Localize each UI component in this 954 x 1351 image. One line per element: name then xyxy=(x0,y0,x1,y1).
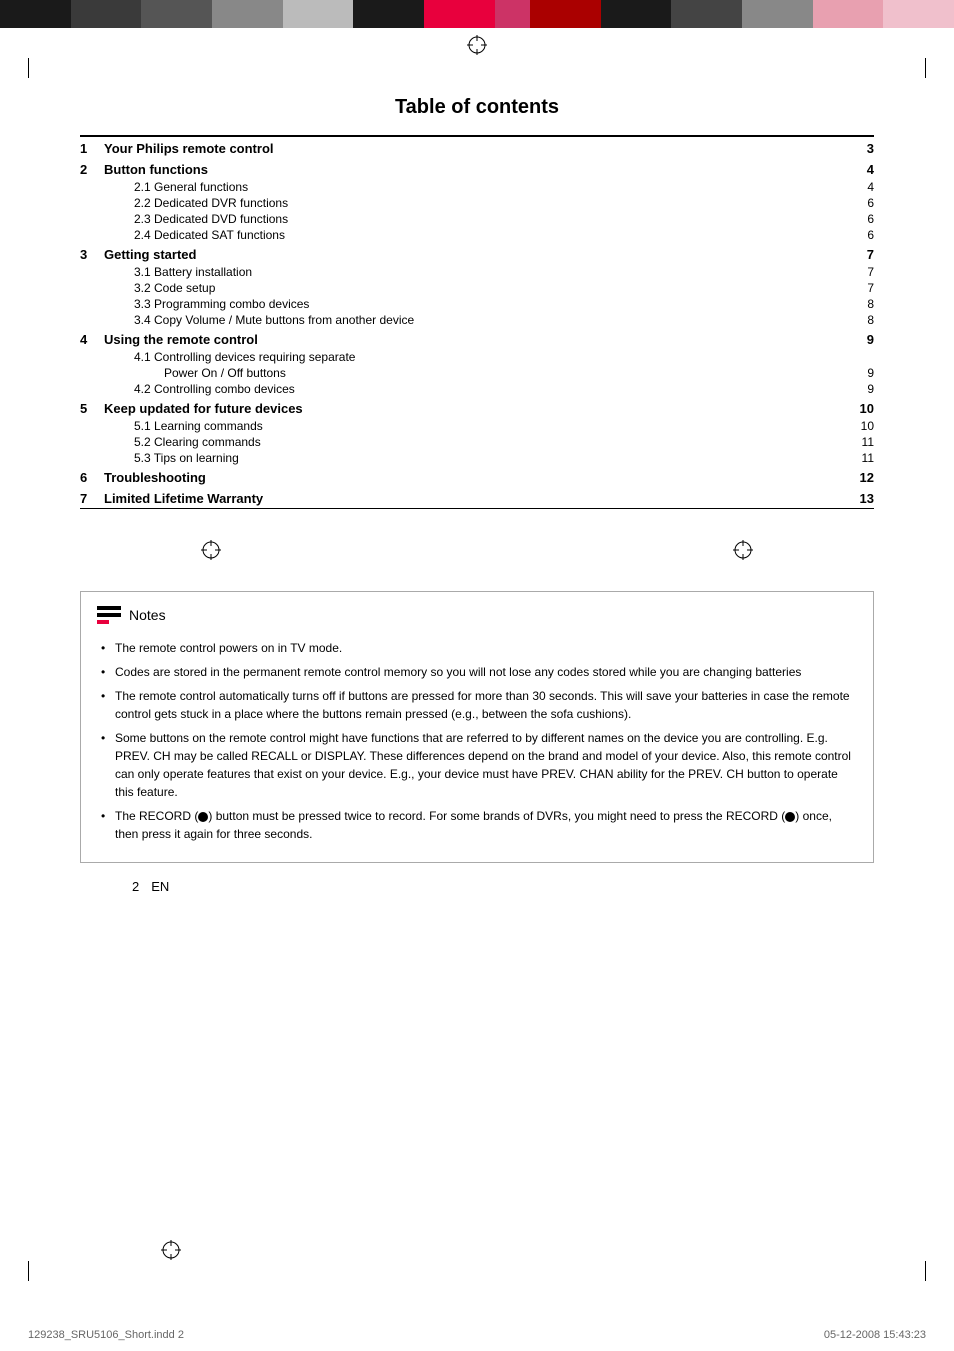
toc-sub-title: 3.4 Copy Volume / Mute buttons from anot… xyxy=(104,312,840,328)
toc-sub-row: 2.4 Dedicated SAT functions6 xyxy=(80,227,874,243)
toc-section-row: 5Keep updated for future devices10 xyxy=(80,397,874,418)
toc-section-page: 4 xyxy=(840,158,874,179)
notes-list-item: The RECORD () button must be pressed twi… xyxy=(97,804,857,846)
toc-sub-title: 2.3 Dedicated DVD functions xyxy=(104,211,840,227)
toc-sub-row: 2.1 General functions4 xyxy=(80,179,874,195)
toc-section-row: 3Getting started7 xyxy=(80,243,874,264)
toc-section-title: Limited Lifetime Warranty xyxy=(104,487,840,509)
toc-sub-page: 11 xyxy=(840,434,874,450)
toc-section-page: 10 xyxy=(840,397,874,418)
toc-sub-page: 6 xyxy=(840,227,874,243)
toc-sub-row: 3.2 Code setup7 xyxy=(80,280,874,296)
toc-section-page: 13 xyxy=(840,487,874,509)
toc-sub-title: 4.2 Controlling combo devices xyxy=(104,381,840,397)
toc-sub-page: 10 xyxy=(840,418,874,434)
toc-section-page: 12 xyxy=(840,466,874,487)
toc-sub-extra-row: Power On / Off buttons9 xyxy=(80,365,874,381)
toc-section-row: 7Limited Lifetime Warranty13 xyxy=(80,487,874,509)
notes-header: Notes xyxy=(97,606,857,624)
toc-sub-page: 4 xyxy=(840,179,874,195)
notes-list-item: Some buttons on the remote control might… xyxy=(97,726,857,804)
toc-sub-row: 3.3 Programming combo devices8 xyxy=(80,296,874,312)
toc-sub-page: 8 xyxy=(840,296,874,312)
toc-sub-page: 9 xyxy=(840,381,874,397)
toc-section-title: Your Philips remote control xyxy=(104,136,840,158)
toc-sub-page: 11 xyxy=(840,450,874,466)
toc-sub-title: 3.3 Programming combo devices xyxy=(104,296,840,312)
notes-list: The remote control powers on in TV mode.… xyxy=(97,636,857,846)
toc-section-number: 7 xyxy=(80,487,104,509)
toc-sub-row: 2.2 Dedicated DVR functions6 xyxy=(80,195,874,211)
toc-section-page: 9 xyxy=(840,328,874,349)
toc-section-row: 4Using the remote control9 xyxy=(80,328,874,349)
toc-section-title: Keep updated for future devices xyxy=(104,397,840,418)
toc-section-title: Troubleshooting xyxy=(104,466,840,487)
toc-sub-title: 5.1 Learning commands xyxy=(104,418,840,434)
toc-sub-title: 2.1 General functions xyxy=(104,179,840,195)
toc-section-number: 6 xyxy=(80,466,104,487)
toc-section-page: 7 xyxy=(840,243,874,264)
top-crosshair xyxy=(0,34,954,56)
notes-title: Notes xyxy=(129,607,166,623)
toc-sub-title: 4.1 Controlling devices requiring separa… xyxy=(104,349,840,365)
toc-section-title: Using the remote control xyxy=(104,328,840,349)
page-number-area: 2 EN xyxy=(80,879,874,894)
toc-section-title: Button functions xyxy=(104,158,840,179)
toc-section-row: 1Your Philips remote control3 xyxy=(80,136,874,158)
notes-list-item: Codes are stored in the permanent remote… xyxy=(97,660,857,684)
toc-sub-row: 3.1 Battery installation7 xyxy=(80,264,874,280)
toc-sub-title: 3.1 Battery installation xyxy=(104,264,840,280)
notes-section: Notes The remote control powers on in TV… xyxy=(80,591,874,863)
notes-box: Notes The remote control powers on in TV… xyxy=(80,591,874,863)
footer-left: 129238_SRU5106_Short.indd 2 xyxy=(28,1329,184,1341)
toc-sub-title: 3.2 Code setup xyxy=(104,280,840,296)
toc-sub-row: 5.1 Learning commands10 xyxy=(80,418,874,434)
page-border-lines-bottom xyxy=(0,1261,954,1281)
toc-sub-row: 3.4 Copy Volume / Mute buttons from anot… xyxy=(80,312,874,328)
toc-table: 1Your Philips remote control32Button fun… xyxy=(80,135,874,509)
toc-sub-title: 2.4 Dedicated SAT functions xyxy=(104,227,840,243)
footer-right: 05-12-2008 15:43:23 xyxy=(824,1329,926,1341)
toc-section-row: 6Troubleshooting12 xyxy=(80,466,874,487)
notes-list-item: The remote control powers on in TV mode. xyxy=(97,636,857,660)
toc-section-page: 3 xyxy=(840,136,874,158)
page-lang: EN xyxy=(151,879,169,894)
notes-list-item: The remote control automatically turns o… xyxy=(97,684,857,726)
toc-sub-title: 5.3 Tips on learning xyxy=(104,450,840,466)
toc-section-title: Getting started xyxy=(104,243,840,264)
toc-section-number: 4 xyxy=(80,328,104,349)
toc-sub-row: 4.2 Controlling combo devices9 xyxy=(80,381,874,397)
toc-sub-page: 6 xyxy=(840,195,874,211)
toc-section-number: 3 xyxy=(80,243,104,264)
main-content: Table of contents 1Your Philips remote c… xyxy=(0,96,954,894)
toc-sub-page: 8 xyxy=(840,312,874,328)
notes-icon xyxy=(97,606,121,624)
toc-section-number: 5 xyxy=(80,397,104,418)
toc-sub-row: 5.2 Clearing commands11 xyxy=(80,434,874,450)
toc-sub-page: 7 xyxy=(840,280,874,296)
top-color-bar xyxy=(0,0,954,28)
toc-sub-row: 2.3 Dedicated DVD functions6 xyxy=(80,211,874,227)
page-border-lines-top xyxy=(0,58,954,78)
toc-sub-page xyxy=(840,349,874,365)
page-number: 2 xyxy=(132,879,139,894)
toc-sub-row: 4.1 Controlling devices requiring separa… xyxy=(80,349,874,365)
toc-sub-page: 6 xyxy=(840,211,874,227)
toc-sub-title: 2.2 Dedicated DVR functions xyxy=(104,195,840,211)
toc-sub-row: 5.3 Tips on learning11 xyxy=(80,450,874,466)
toc-section-number: 2 xyxy=(80,158,104,179)
toc-title: Table of contents xyxy=(80,96,874,119)
footer: 129238_SRU5106_Short.indd 2 05-12-2008 1… xyxy=(0,1329,954,1341)
toc-section-number: 1 xyxy=(80,136,104,158)
bottom-crosshairs xyxy=(0,1239,954,1261)
toc-sub-title: 5.2 Clearing commands xyxy=(104,434,840,450)
toc-section-row: 2Button functions4 xyxy=(80,158,874,179)
mid-crosshairs xyxy=(80,539,874,561)
toc-sub-page: 7 xyxy=(840,264,874,280)
